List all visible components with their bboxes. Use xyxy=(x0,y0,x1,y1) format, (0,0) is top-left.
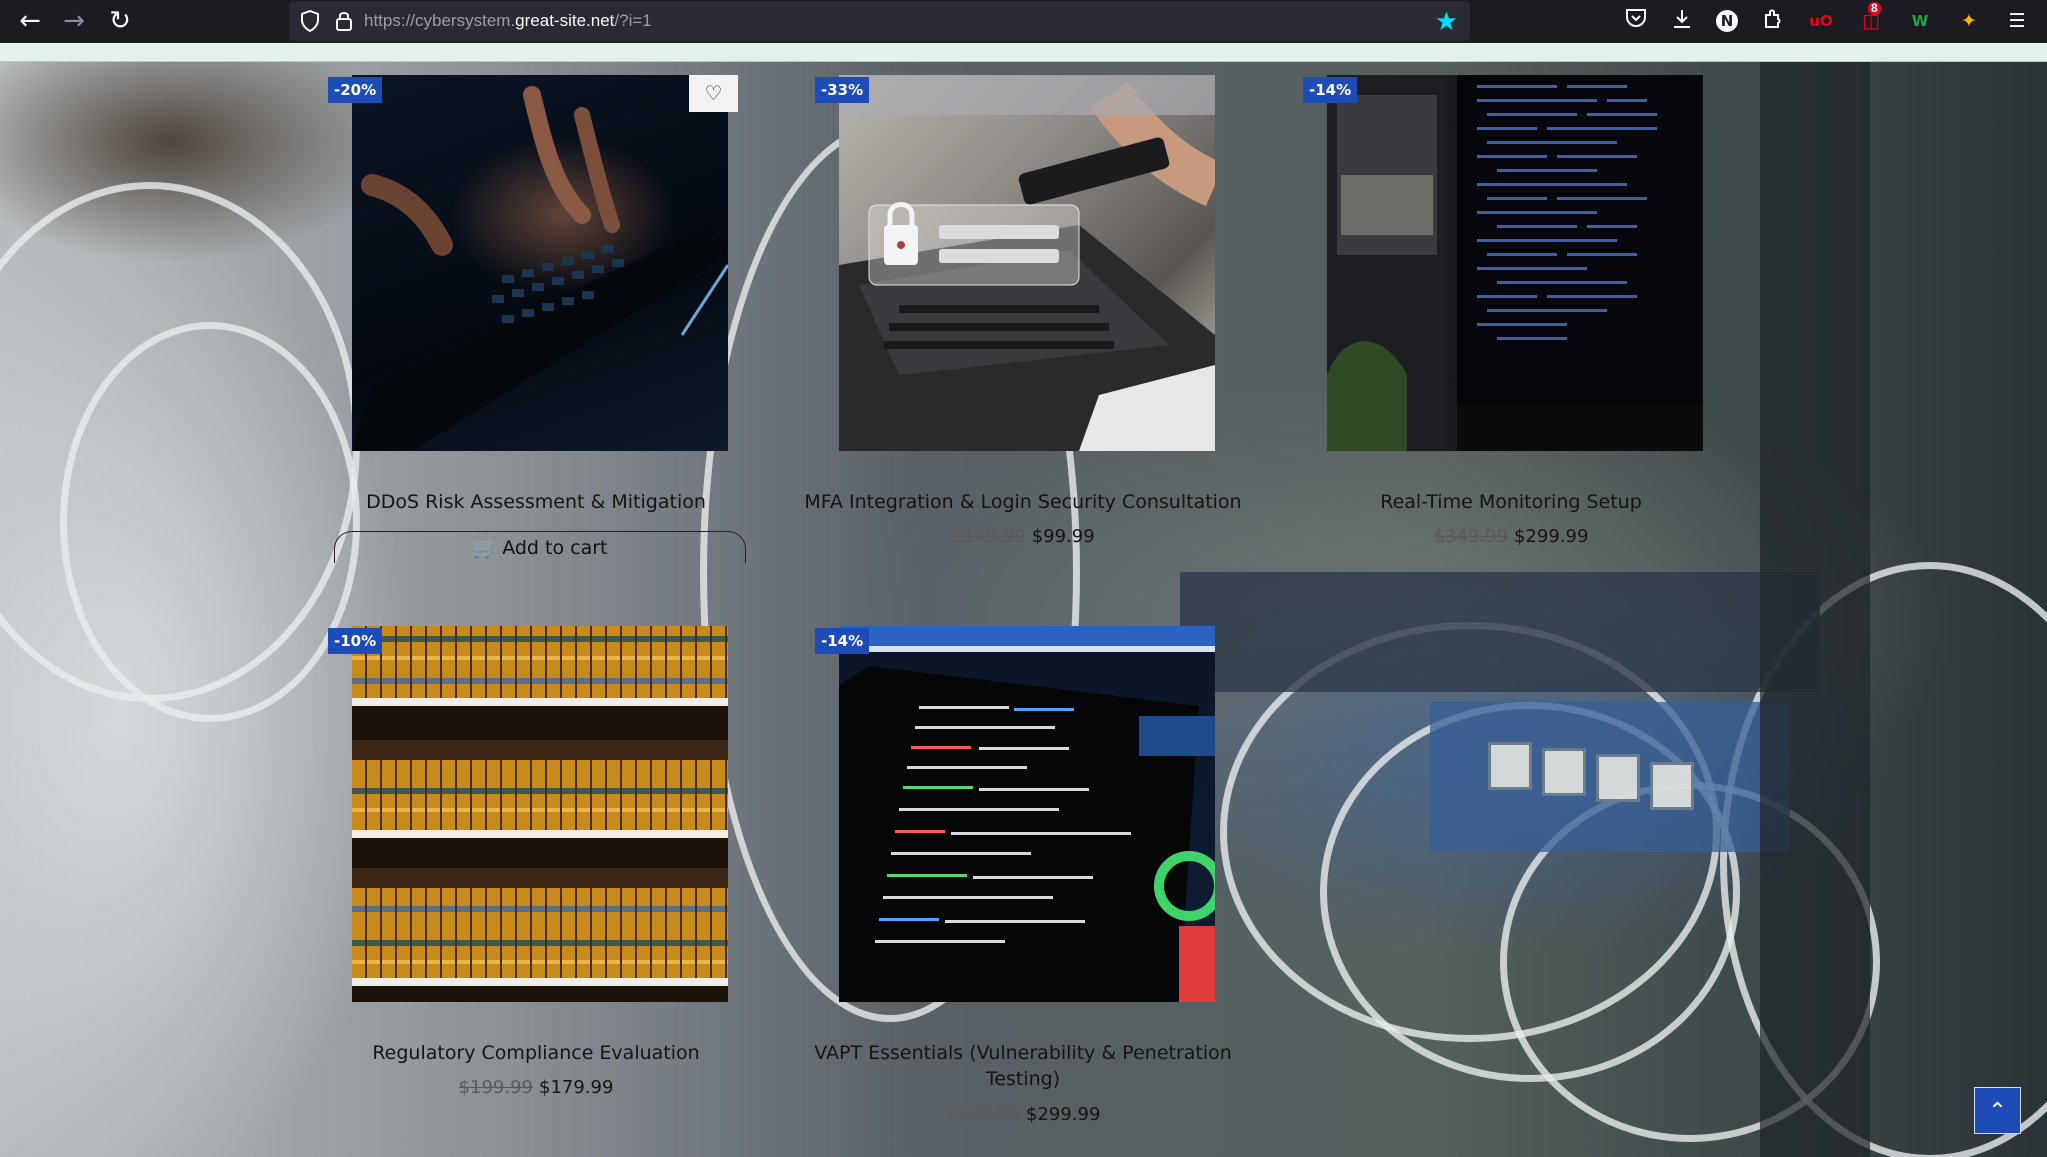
discount-badge: -10% xyxy=(328,628,383,654)
url-suffix: /?i=1 xyxy=(614,11,652,30)
product-image[interactable] xyxy=(352,626,728,1002)
cart-icon: 🛒 xyxy=(472,537,497,559)
discount-badge: -14% xyxy=(815,628,870,654)
extensions-puzzle-icon[interactable] xyxy=(1760,8,1786,34)
product-title[interactable]: Real-Time Monitoring Setup xyxy=(1291,489,1731,515)
product-card: -14% Real-Time Monitoring Setup $349.99 … xyxy=(1291,63,1731,563)
add-to-cart-label: Add to cart xyxy=(502,537,608,559)
shield-icon[interactable] xyxy=(299,9,321,33)
product-title[interactable]: VAPT Essentials (Vulnerability & Penetra… xyxy=(803,1040,1243,1092)
product-title[interactable]: Regulatory Compliance Evaluation xyxy=(316,1040,756,1066)
original-price: $349.99 xyxy=(945,1104,1020,1125)
product-image[interactable] xyxy=(1327,75,1703,451)
back-button[interactable]: ← xyxy=(14,6,46,38)
discount-badge: -14% xyxy=(1303,77,1358,103)
product-card: -20% ♡ DDoS Risk Assessment & Mitigation… xyxy=(316,63,756,563)
heart-icon: ♡ xyxy=(704,81,723,105)
product-card: -10% Regulatory Compliance Evaluation $1… xyxy=(316,614,756,1114)
star-icon[interactable]: ★ xyxy=(1435,7,1458,37)
browser-toolbar: ← → ↻ https://cybersystem.great-site.net… xyxy=(0,0,2047,43)
arrow-left-icon: ← xyxy=(19,6,41,36)
sale-price: $99.99 xyxy=(1031,526,1095,547)
forward-button[interactable]: → xyxy=(58,6,90,38)
download-icon[interactable] xyxy=(1669,8,1695,34)
product-title[interactable]: DDoS Risk Assessment & Mitigation xyxy=(316,489,756,515)
original-price: $199.99 xyxy=(458,1077,533,1098)
product-price: $199.99 $179.99 xyxy=(316,1077,756,1098)
product-image[interactable] xyxy=(839,626,1215,1002)
original-price: $349.99 xyxy=(1433,526,1508,547)
product-price: $149.99 $99.99 xyxy=(803,526,1243,547)
product-image[interactable] xyxy=(352,75,728,451)
sale-price: $299.99 xyxy=(1514,526,1589,547)
product-image[interactable] xyxy=(839,75,1215,451)
url-domain: great-site.net xyxy=(515,11,615,30)
discount-badge: -20% xyxy=(328,77,383,103)
product-price: $349.99 $299.99 xyxy=(803,1104,1243,1125)
product-price: $349.99 $299.99 xyxy=(1291,526,1731,547)
sale-price: $179.99 xyxy=(539,1077,614,1098)
reload-button[interactable]: ↻ xyxy=(104,6,136,38)
reload-icon: ↻ xyxy=(109,6,131,36)
ublock-origin-icon[interactable]: uO xyxy=(1808,8,1834,34)
wishlist-button[interactable]: ♡ xyxy=(689,75,738,112)
url-prefix: https://cybersystem. xyxy=(364,11,516,30)
w-extension-icon[interactable]: W xyxy=(1907,8,1933,34)
menu-icon[interactable]: ☰ xyxy=(2004,8,2030,34)
address-bar[interactable]: https://cybersystem.great-site.net/?i=1 … xyxy=(289,1,1470,41)
product-card: -33% MFA Integration & Login Security Co… xyxy=(803,63,1243,563)
sale-price: $299.99 xyxy=(1026,1104,1101,1125)
original-price: $149.99 xyxy=(951,526,1026,547)
url-text[interactable]: https://cybersystem.great-site.net/?i=1 xyxy=(364,11,652,31)
add-to-cart-button[interactable]: 🛒 Add to cart xyxy=(334,531,746,563)
notion-extension-icon[interactable]: N xyxy=(1716,10,1738,32)
lock-icon[interactable] xyxy=(333,10,355,32)
extension-badge-count: 8 xyxy=(1868,2,1881,15)
scroll-to-top-button[interactable]: ⌃ xyxy=(1974,1087,2021,1134)
product-card: -14% VAPT Essentials (Vulnerability & Pe… xyxy=(803,614,1243,1134)
yellow-extension-icon[interactable]: ✦ xyxy=(1956,8,1982,34)
site-header-strip xyxy=(0,43,2047,62)
product-title[interactable]: MFA Integration & Login Security Consult… xyxy=(803,489,1243,515)
chevron-up-icon: ⌃ xyxy=(1988,1099,2007,1124)
discount-badge: -33% xyxy=(815,77,870,103)
pocket-icon[interactable] xyxy=(1623,8,1649,34)
arrow-right-icon: → xyxy=(63,6,85,36)
